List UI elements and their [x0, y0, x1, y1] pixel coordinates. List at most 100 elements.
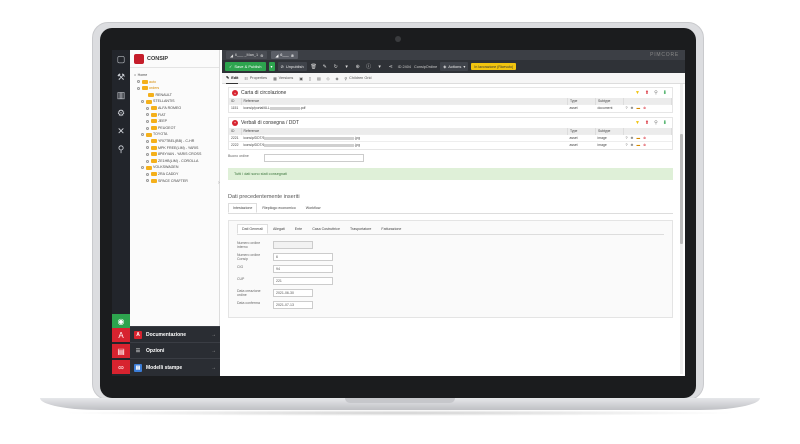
help-icon[interactable]: ?: [626, 143, 628, 147]
remove-icon[interactable]: ⊗: [643, 143, 646, 147]
buono-ordine-field[interactable]: [264, 153, 364, 162]
tab-workflow[interactable]: ◈: [335, 76, 338, 81]
actions-button[interactable]: ◈ Actions ▾: [440, 62, 469, 71]
tab-ente[interactable]: Ente: [290, 224, 307, 234]
tab-versions[interactable]: ▦ Versions: [273, 76, 293, 81]
tree-node[interactable]: SPACE CRAFTER: [134, 178, 219, 185]
table-row[interactable]: 2221 /consip/DDT/5 .jpg asset image ? ⊕ ▬ ⊗: [229, 133, 672, 142]
chevron-down-icon[interactable]: ▾: [376, 62, 384, 71]
tab-notes[interactable]: ▤: [317, 76, 321, 81]
tree-node[interactable]: FIAT: [134, 112, 219, 119]
tab-casa-costruttrice[interactable]: Casa Costruttrice: [307, 224, 345, 234]
help-icon[interactable]: ?: [626, 106, 628, 110]
table-row[interactable]: 2222 /consip/DDT/6 .jpg asset image ? ⊕ ▬ ⊗: [229, 141, 672, 149]
docs-rail-icon[interactable]: A: [112, 328, 130, 342]
tab-workflow-previous[interactable]: Workflow: [301, 203, 326, 213]
car-icon: ◢: [275, 53, 279, 58]
numero-ordine-consip-field[interactable]: 6: [273, 252, 333, 261]
status-badge: In lavorazione (Ricevuto): [471, 63, 517, 70]
tab-dati-generali[interactable]: Dati Generali: [237, 223, 268, 234]
tab-intestazione[interactable]: Intestazione: [228, 202, 258, 213]
remove-icon[interactable]: ⊗: [643, 136, 646, 140]
menu-documentazione[interactable]: A Documentazione →: [130, 326, 220, 342]
tree-node[interactable]: TOYOTA: [134, 131, 219, 138]
check-icon: ✓: [229, 64, 233, 69]
tab-object-active[interactable]: ◢ 6___ ⊗: [271, 51, 298, 59]
cig-field[interactable]: 94: [273, 264, 333, 273]
delete-icon[interactable]: 🗑: [310, 62, 318, 71]
tree-node[interactable]: auto: [134, 79, 219, 86]
tab-properties[interactable]: ☷ Properties: [244, 76, 267, 81]
tree-node[interactable]: 2RA CADDY: [134, 171, 219, 178]
search-icon[interactable]: ⚲: [654, 120, 658, 126]
collapse-handle-icon[interactable]: ›: [218, 180, 221, 190]
link-icon[interactable]: ⊕: [631, 106, 634, 110]
tab-riepilogo-economico[interactable]: Riepilogo economico: [257, 203, 300, 213]
link-icon[interactable]: ⊕: [631, 143, 634, 147]
tree-node[interactable]: orders: [134, 85, 219, 92]
tree-node[interactable]: YRI7TBEL(BB) - C-HR: [134, 138, 219, 145]
tab-children-grid[interactable]: ⚲ Children Grid: [344, 76, 371, 81]
tree-node[interactable]: ⌂ Home: [134, 72, 219, 79]
tree-node[interactable]: MPK FREE(LIM) - YARIS: [134, 145, 219, 152]
chart-icon[interactable]: ▥: [112, 86, 130, 104]
tab-edit[interactable]: ✎ Edit: [226, 73, 239, 84]
target-icon[interactable]: ⊕: [354, 62, 362, 71]
help-icon[interactable]: ?: [626, 136, 628, 140]
tools-icon[interactable]: ✕: [112, 122, 130, 140]
tab-allegati[interactable]: Allegati: [268, 224, 290, 234]
open-icon[interactable]: ▬: [637, 143, 641, 147]
tab-object[interactable]: ◢ 6___ _Man_1 ⊗: [226, 51, 268, 59]
open-icon[interactable]: ▬: [637, 136, 641, 140]
document-icon[interactable]: ▢: [112, 50, 130, 68]
tree-node[interactable]: RENAULT: [134, 92, 219, 99]
tree-node[interactable]: ALFA ROMEO: [134, 105, 219, 112]
menu-modelli-stampe[interactable]: ▤ Modelli stampe →: [130, 358, 220, 376]
tree-node[interactable]: VOLKSWAGEN: [134, 164, 219, 171]
remove-icon[interactable]: ⊗: [643, 106, 646, 110]
filter-icon[interactable]: ▼: [635, 90, 640, 96]
info-icon[interactable]: ⓘ: [365, 62, 373, 71]
tab-bookmark[interactable]: ▯: [309, 76, 311, 81]
download-icon[interactable]: ⬇: [663, 120, 667, 126]
rename-icon[interactable]: ✎: [321, 62, 329, 71]
download-icon[interactable]: ⬇: [663, 90, 667, 96]
chevron-down-icon[interactable]: ▾: [343, 62, 351, 71]
bell-icon[interactable]: ◉: [112, 314, 130, 328]
form-row: Numero ordine interno: [237, 240, 664, 249]
tree-node[interactable]: JEEP: [134, 118, 219, 125]
numero-ordine-interno-field[interactable]: [273, 240, 313, 249]
reload-icon[interactable]: ↻: [332, 62, 340, 71]
search-icon[interactable]: ⚲: [112, 140, 130, 158]
data-creazione-field[interactable]: 2021-06-30: [273, 288, 313, 297]
gear-icon[interactable]: ⚙: [112, 104, 130, 122]
filter-icon[interactable]: ▼: [635, 120, 640, 126]
upload-icon[interactable]: ⬆: [645, 90, 649, 96]
options-rail-icon[interactable]: ▤: [112, 344, 130, 358]
open-icon[interactable]: ▬: [637, 106, 641, 110]
scrollbar-thumb[interactable]: [680, 134, 683, 244]
save-publish-button[interactable]: ✓ Save & Publish: [225, 62, 266, 71]
tree-node[interactable]: PEUGEOT: [134, 125, 219, 132]
tree-node[interactable]: STELLANTIS: [134, 98, 219, 105]
print-rail-icon[interactable]: ∞: [112, 360, 130, 374]
upload-icon[interactable]: ⬆: [645, 120, 649, 126]
save-dropdown-button[interactable]: ▾: [268, 62, 275, 71]
link-icon[interactable]: ⊕: [631, 136, 634, 140]
menu-opzioni[interactable]: ☰ Opzioni →: [130, 342, 220, 358]
tab-tags[interactable]: ◇: [327, 76, 330, 81]
share-icon[interactable]: ⋖: [387, 62, 395, 71]
tab-trasportatore[interactable]: Trasportatore: [345, 224, 376, 234]
tab-fatturazione[interactable]: Fatturazione: [376, 224, 406, 234]
tree-node[interactable]: ZE1HB(LIM) - COROLLA: [134, 158, 219, 165]
wrench-icon[interactable]: ⚒: [112, 68, 130, 86]
data-conferma-field[interactable]: 2021-07-13: [273, 300, 313, 309]
scrollbar[interactable]: [680, 84, 683, 374]
tree-node[interactable]: 8P8YVAN - YARIS CROSS: [134, 151, 219, 158]
unpublish-button[interactable]: ⊘ Unpublish: [277, 62, 307, 71]
tab-calendar[interactable]: ▣: [299, 76, 303, 81]
search-icon[interactable]: ⚲: [654, 90, 658, 96]
table-row[interactable]: 1151 /consip/portal/6LL .pdf asset docume…: [229, 103, 672, 112]
cup-field[interactable]: 221: [273, 276, 333, 285]
tree-title: CONSIP: [147, 55, 169, 62]
